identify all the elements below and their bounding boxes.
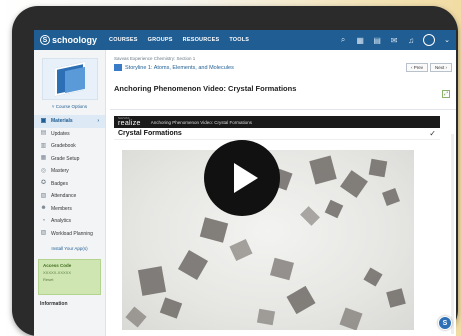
workload-icon: ▨ — [40, 230, 47, 237]
schoology-logo[interactable]: S schoology — [40, 35, 97, 45]
course-options-link[interactable]: ˅ Course Options — [34, 104, 105, 109]
access-code-title: Access Code — [43, 263, 72, 268]
nav-tools[interactable]: TOOLS — [229, 37, 249, 43]
video-title-row: Crystal Formations ✓ — [114, 128, 440, 140]
crystal — [363, 267, 383, 287]
crystal — [177, 249, 209, 281]
main-content: Savvas Experience Chemistry: Section 1 S… — [110, 50, 456, 336]
access-code-box: Access Code XXXXX-XXXXX Reset — [38, 259, 101, 295]
crystal — [125, 306, 147, 328]
grid-icon[interactable]: ▦ — [355, 36, 365, 45]
grade-setup-icon: ▦ — [40, 155, 47, 162]
crystal — [309, 155, 337, 185]
crystal — [368, 158, 388, 178]
top-nav: S schoology COURSES GROUPS RESOURCES TOO… — [34, 30, 456, 50]
next-button[interactable]: Next › — [429, 63, 452, 72]
search-icon[interactable]: ⌕ — [338, 35, 348, 45]
unit-title[interactable]: Storyline 1: Atoms, Elements, and Molecu… — [125, 65, 234, 71]
avatar-icon[interactable] — [423, 34, 436, 46]
sidebar-item-mastery[interactable]: ◎ Mastery — [34, 165, 105, 178]
attendance-icon: ▧ — [40, 192, 47, 199]
install-apps-link[interactable]: Install Your App(s) — [34, 246, 105, 251]
crystal — [382, 188, 400, 206]
checkmark-icon[interactable]: ✓ — [429, 129, 436, 138]
video-title: Crystal Formations — [118, 130, 182, 137]
video-embed: SAVVAS realize Anchoring Phenomenon Vide… — [114, 116, 440, 336]
sidebar-item-analytics[interactable]: ◔ Analytics — [34, 215, 105, 228]
analytics-icon: ◔ — [41, 217, 46, 224]
nav-icons: ⌕ ▦ ▤ ✉ ♫ ⌄ — [338, 34, 450, 46]
chevron-right-icon: › — [97, 118, 99, 125]
crystal — [286, 285, 316, 315]
nav-groups[interactable]: GROUPS — [148, 37, 173, 43]
badges-icon: ✪ — [40, 180, 47, 187]
chevron-down-icon[interactable]: ⌄ — [444, 36, 450, 44]
crystal — [339, 307, 363, 330]
crystal — [386, 288, 406, 308]
mastery-icon: ◎ — [40, 167, 47, 174]
screen: S schoology COURSES GROUPS RESOURCES TOO… — [34, 30, 456, 336]
logo-mark-icon: S — [40, 35, 50, 45]
video-bar-title: Anchoring Phenomenon Video: Crystal Form… — [150, 119, 252, 125]
information-heading: Information — [40, 301, 68, 307]
prev-button[interactable]: ‹ Prev — [405, 63, 428, 72]
calendar-icon[interactable]: ▤ — [372, 36, 382, 45]
mail-icon[interactable]: ✉ — [389, 36, 399, 45]
crystal — [300, 206, 320, 226]
crystal — [270, 257, 294, 281]
access-code-value: XXXXX-XXXXX — [43, 270, 72, 275]
sidebar-item-attendance[interactable]: ▧ Attendance — [34, 190, 105, 203]
play-button-icon[interactable] — [204, 140, 280, 216]
realize-logo: realize — [118, 120, 141, 127]
folder-icon — [114, 64, 122, 71]
crystal — [199, 217, 229, 243]
gradebook-icon: ▥ — [40, 142, 47, 149]
crystal — [256, 308, 276, 326]
sidebar-item-workload-planning[interactable]: ▨ Workload Planning — [34, 228, 105, 241]
course-sidebar: ˅ Course Options ▣ Materials › ▤ Updates… — [34, 50, 106, 336]
unit-row: Storyline 1: Atoms, Elements, and Molecu… — [110, 61, 456, 74]
updates-icon: ▤ — [40, 130, 47, 137]
sidebar-item-members[interactable]: ☻ Members — [34, 203, 105, 216]
video-header-bar: SAVVAS realize Anchoring Phenomenon Vide… — [114, 116, 440, 128]
sidebar-item-badges[interactable]: ✪ Badges — [34, 178, 105, 191]
help-button[interactable]: S — [438, 316, 452, 330]
sidebar-item-gradebook[interactable]: ▥ Gradebook — [34, 140, 105, 153]
logo-text: schoology — [52, 35, 98, 45]
sidebar-item-updates[interactable]: ▤ Updates — [34, 128, 105, 141]
breadcrumb[interactable]: Savvas Experience Chemistry: Section 1 — [110, 50, 456, 61]
crystal — [159, 297, 183, 319]
scrollbar[interactable] — [451, 134, 454, 334]
crystal — [137, 266, 167, 296]
bell-icon[interactable]: ♫ — [406, 36, 416, 45]
nav-courses[interactable]: COURSES — [109, 37, 138, 43]
expand-icon[interactable]: ⤢ — [442, 90, 450, 98]
course-image — [42, 58, 98, 100]
crystal — [229, 238, 253, 262]
page-title: Anchoring Phenomenon Video: Crystal Form… — [114, 84, 297, 93]
divider — [110, 109, 456, 110]
prev-next: ‹ Prev Next › — [405, 63, 452, 72]
crystal — [324, 199, 344, 219]
crystal — [340, 170, 368, 198]
materials-icon: ▣ — [40, 117, 47, 124]
tablet-frame: S schoology COURSES GROUPS RESOURCES TOO… — [12, 6, 458, 336]
sidebar-item-grade-setup[interactable]: ▦ Grade Setup — [34, 153, 105, 166]
nav-resources[interactable]: RESOURCES — [183, 37, 220, 43]
members-icon: ☻ — [40, 205, 47, 212]
access-code-reset[interactable]: Reset — [43, 277, 96, 282]
sidebar-item-materials[interactable]: ▣ Materials › — [34, 115, 105, 128]
